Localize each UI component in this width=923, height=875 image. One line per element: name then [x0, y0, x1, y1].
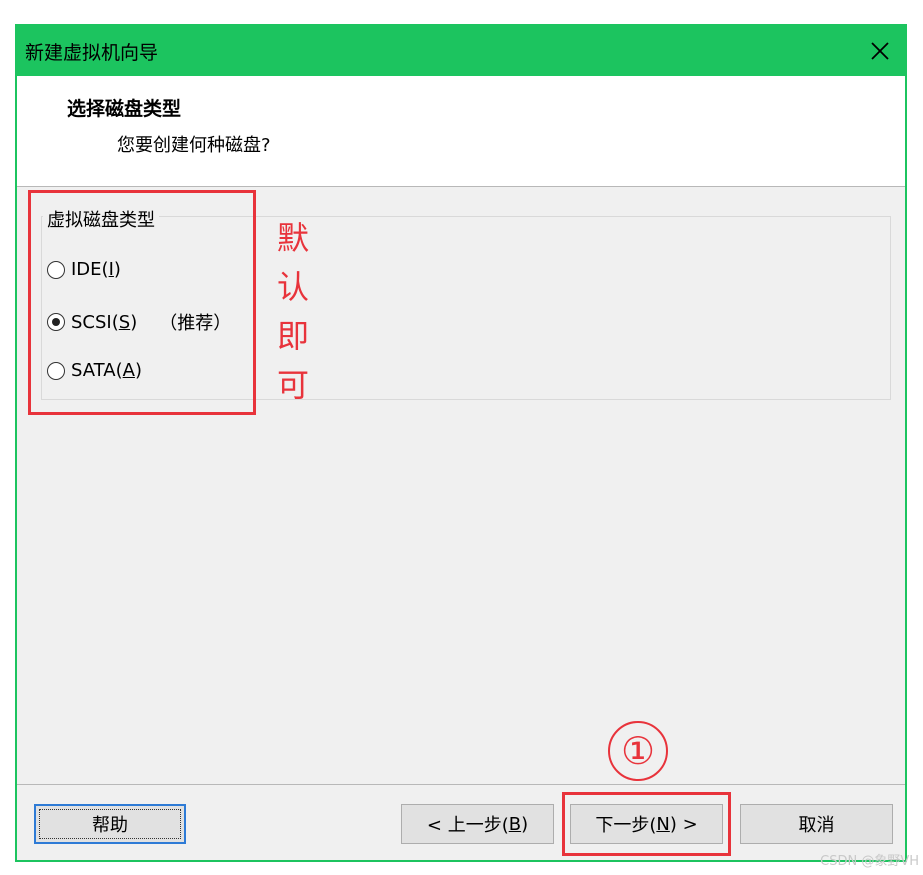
back-button[interactable]: < 上一步(B) — [401, 804, 554, 844]
title-bar: 新建虚拟机向导 — [17, 26, 905, 76]
highlight-box-next — [562, 792, 731, 856]
step-marker: ① — [608, 721, 668, 781]
window-title: 新建虚拟机向导 — [25, 42, 159, 64]
help-button[interactable]: 帮助 — [34, 804, 186, 844]
annotation-default-ok: 默 认 即 可 — [273, 214, 313, 410]
new-vm-wizard-dialog: 新建虚拟机向导 选择磁盘类型 您要创建何种磁盘? 虚拟磁盘类型 IDE(I) S… — [15, 24, 907, 862]
back-button-label: < 上一步( — [426, 815, 509, 836]
annotation-char: 认 — [276, 268, 309, 306]
highlight-box-disk-type — [28, 190, 256, 415]
watermark: CSDN @象野VH — [820, 854, 919, 869]
close-icon — [871, 42, 889, 60]
close-button[interactable] — [859, 30, 901, 72]
cancel-button-label: 取消 — [798, 815, 835, 836]
step-marker-text: ① — [620, 729, 656, 773]
annotation-char: 即 — [276, 317, 309, 355]
page-title: 选择磁盘类型 — [67, 98, 182, 120]
cancel-button[interactable]: 取消 — [740, 804, 893, 844]
footer-divider — [17, 784, 905, 785]
annotation-char: 默 — [276, 219, 309, 257]
focus-rect — [39, 809, 181, 839]
back-button-suffix: ) — [521, 813, 529, 835]
annotation-char: 可 — [276, 366, 309, 404]
wizard-header: 选择磁盘类型 您要创建何种磁盘? — [17, 76, 905, 187]
page-subtitle: 您要创建何种磁盘? — [117, 135, 271, 156]
back-button-mnemonic: B — [508, 813, 522, 835]
